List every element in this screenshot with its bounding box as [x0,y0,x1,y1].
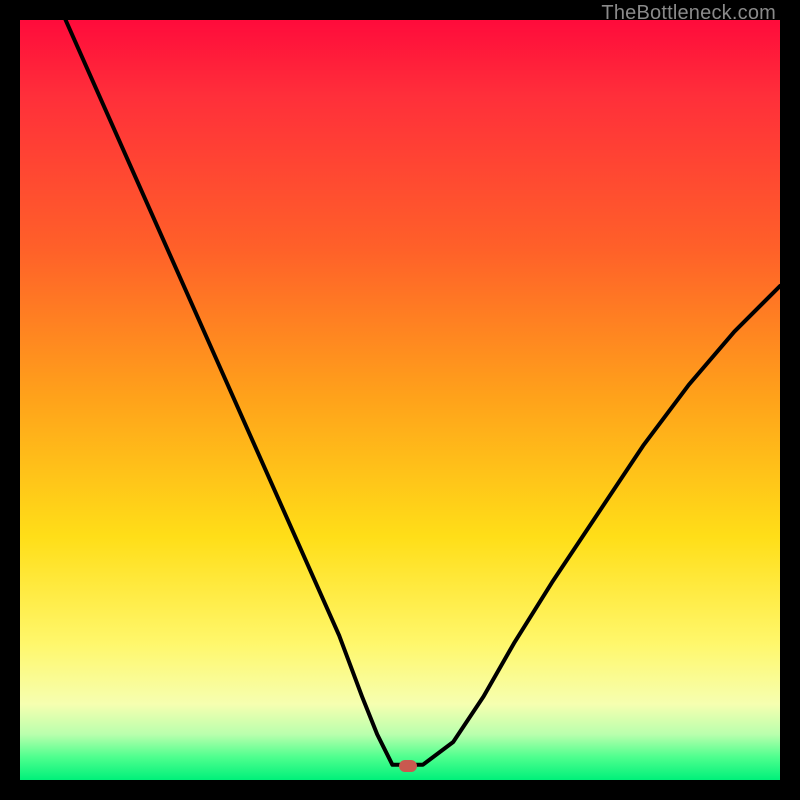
bottleneck-curve [20,20,780,780]
optimal-point-marker [399,760,417,772]
plot-area [20,20,780,780]
chart-frame: TheBottleneck.com [0,0,800,800]
